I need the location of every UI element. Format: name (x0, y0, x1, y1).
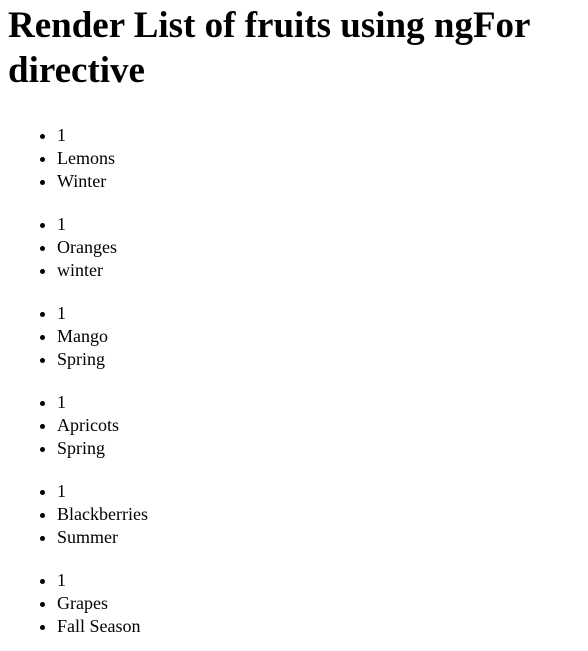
fruit-name: Apricots (57, 414, 580, 437)
fruit-name: Mango (57, 325, 580, 348)
fruit-item-list: 1 Mango Spring (8, 302, 580, 371)
fruit-id: 1 (57, 124, 580, 147)
fruit-id: 1 (57, 302, 580, 325)
fruit-season: Spring (57, 348, 580, 371)
fruit-name: Lemons (57, 147, 580, 170)
fruit-item-list: 1 Grapes Fall Season (8, 569, 580, 638)
fruit-id: 1 (57, 569, 580, 592)
fruit-list: 1 Lemons Winter 1 Oranges winter 1 Mango… (8, 124, 580, 638)
fruit-season: winter (57, 259, 580, 282)
fruit-id: 1 (57, 213, 580, 236)
fruit-season: Spring (57, 437, 580, 460)
fruit-id: 1 (57, 480, 580, 503)
fruit-item-list: 1 Lemons Winter (8, 124, 580, 193)
fruit-name: Oranges (57, 236, 580, 259)
fruit-season: Fall Season (57, 615, 580, 638)
fruit-name: Blackberries (57, 503, 580, 526)
fruit-season: Winter (57, 170, 580, 193)
fruit-id: 1 (57, 391, 580, 414)
fruit-item-list: 1 Oranges winter (8, 213, 580, 282)
page-title: Render List of fruits using ngFor direct… (8, 5, 530, 91)
fruit-name: Grapes (57, 592, 580, 615)
fruit-item-list: 1 Blackberries Summer (8, 480, 580, 549)
fruit-season: Summer (57, 526, 580, 549)
fruit-item-list: 1 Apricots Spring (8, 391, 580, 460)
